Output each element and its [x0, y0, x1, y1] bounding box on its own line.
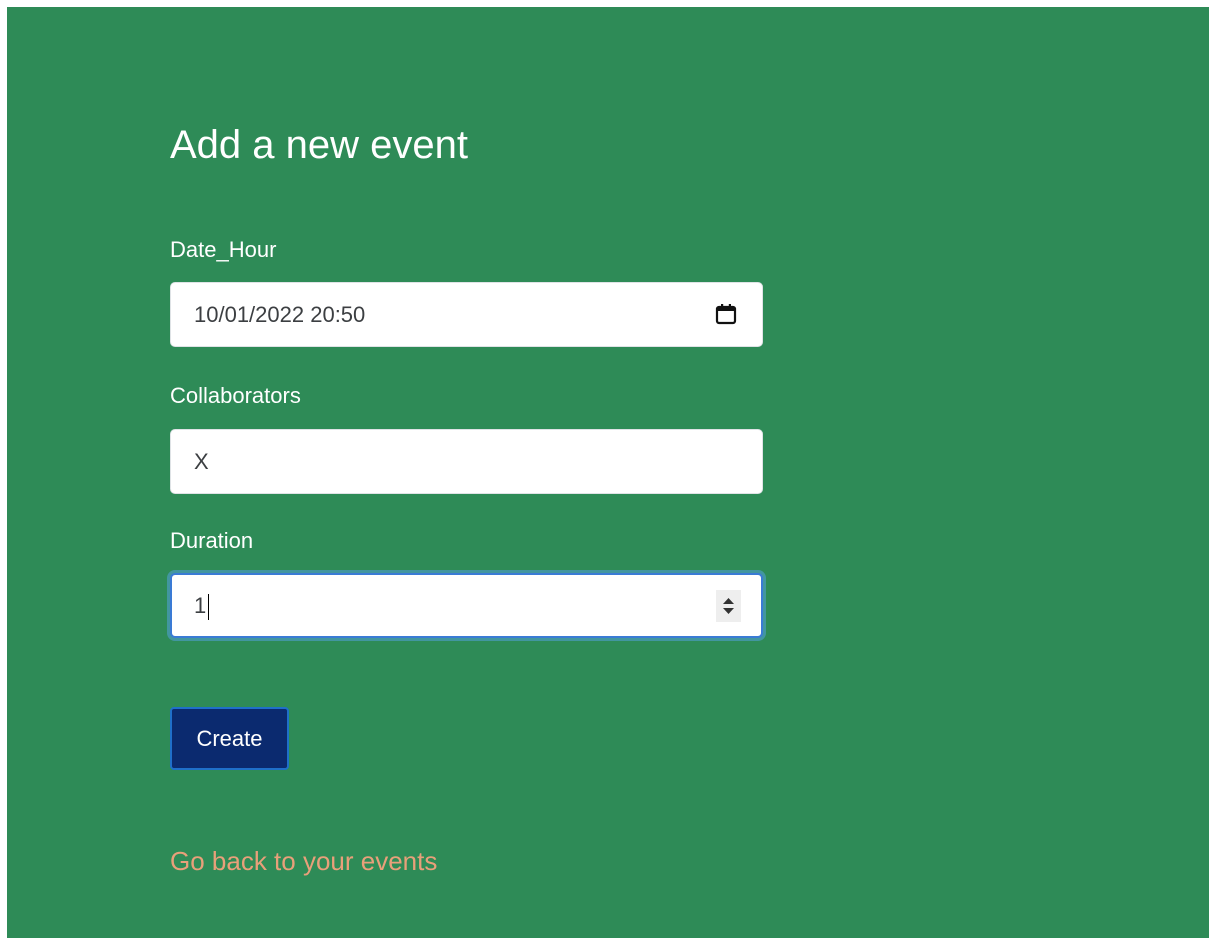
collaborators-input[interactable]: X: [170, 429, 763, 494]
date-hour-value: 10/01/2022 20:50: [194, 302, 366, 327]
duration-value-wrap: 1: [194, 592, 210, 621]
duration-value: 1: [194, 593, 207, 618]
date-hour-label: Date_Hour: [170, 237, 277, 262]
collaborators-value: X: [194, 449, 209, 474]
spinner-arrows-icon[interactable]: [716, 590, 741, 622]
collaborators-label: Collaborators: [170, 383, 301, 408]
page-background: Add a new event Date_Hour 10/01/2022 20:…: [7, 7, 1209, 938]
create-button[interactable]: Create: [170, 707, 289, 770]
duration-label: Duration: [170, 528, 254, 553]
duration-input[interactable]: 1: [170, 573, 763, 638]
page-title: Add a new event: [170, 123, 468, 167]
calendar-icon[interactable]: [715, 303, 737, 325]
date-hour-input[interactable]: 10/01/2022 20:50: [170, 282, 763, 347]
back-to-events-link[interactable]: Go back to your events: [170, 845, 437, 877]
text-caret: [208, 594, 210, 621]
